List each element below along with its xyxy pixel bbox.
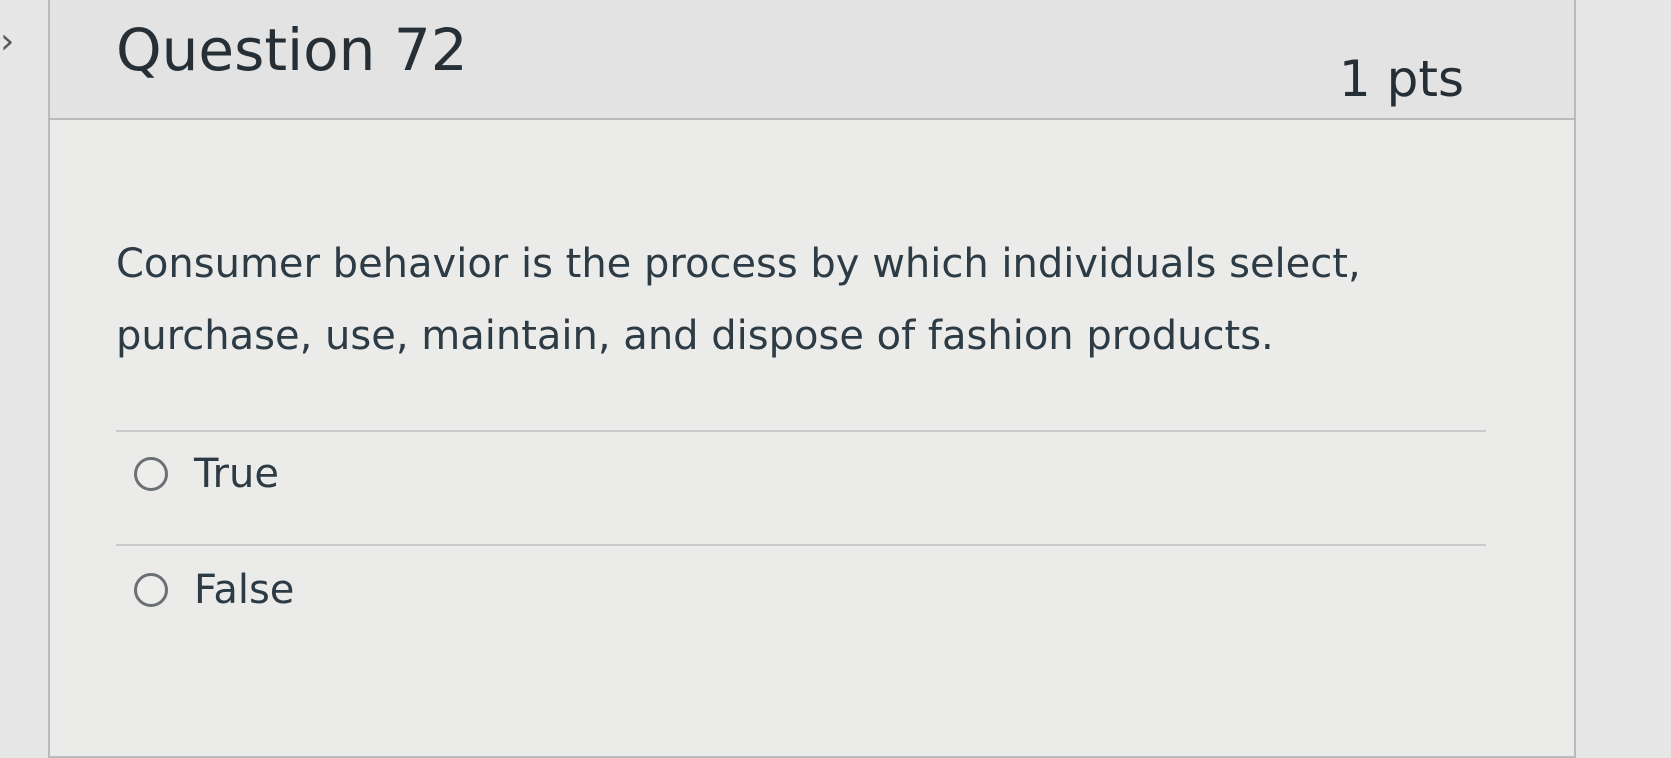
radio-button[interactable] [134, 457, 168, 491]
radio-button[interactable] [134, 573, 168, 607]
question-text: Consumer behavior is the process by whic… [116, 241, 1361, 359]
question-points: 1 pts [1338, 50, 1464, 108]
answer-label: False [194, 567, 295, 613]
answer-divider [116, 430, 1486, 432]
answer-divider [116, 544, 1486, 546]
answer-false[interactable]: False [134, 560, 294, 620]
question-header: Question 72 1 pts [50, 0, 1574, 120]
question-card: Question 72 1 pts Consumer behavior is t… [48, 0, 1576, 758]
answer-true[interactable]: True [134, 444, 279, 504]
answer-label: True [194, 451, 279, 497]
chevron-right-icon[interactable]: › [0, 22, 14, 62]
question-title: Question 72 [116, 16, 468, 84]
